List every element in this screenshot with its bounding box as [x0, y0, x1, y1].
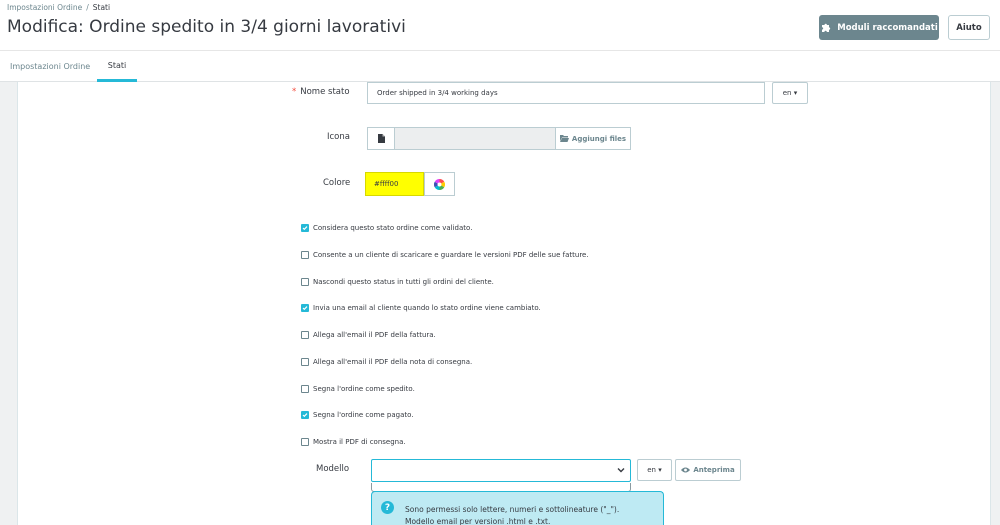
option-attach-invoice[interactable]: Allega all'email il PDF della fattura.: [301, 329, 436, 341]
file-icon-box: [368, 128, 395, 149]
status-name-language-button[interactable]: en ▾: [772, 82, 808, 104]
breadcrumb-parent[interactable]: Impostazioni Ordine: [7, 3, 82, 12]
template-label: Modello: [316, 464, 350, 474]
tab-bar: Impostazioni Ordine Stati: [0, 50, 1000, 82]
status-name-label: * Nome stato: [292, 87, 350, 97]
check-icon: [302, 306, 308, 311]
eye-icon: [681, 467, 691, 473]
required-mark: *: [292, 87, 297, 97]
invoice-access-label: Consente a un cliente di scaricare e gua…: [313, 251, 589, 259]
status-name-label-text: Nome stato: [300, 87, 350, 97]
send-email-checkbox[interactable]: [301, 304, 309, 312]
check-icon: [302, 226, 308, 231]
recommended-modules-button[interactable]: Moduli raccomandati: [819, 15, 939, 40]
hidden-checkbox[interactable]: [301, 278, 309, 286]
color-wheel-icon: [434, 178, 445, 190]
breadcrumb-current: Stati: [92, 3, 111, 12]
recommended-modules-label: Moduli raccomandati: [837, 22, 938, 33]
chevron-down-icon: [617, 468, 625, 473]
file-name-display: [395, 128, 555, 149]
template-help-text: Sono permessi solo lettere, numeri e sot…: [405, 504, 619, 525]
shipped-label: Segna l'ordine come spedito.: [313, 385, 415, 393]
attach-invoice-checkbox[interactable]: [301, 331, 309, 339]
color-label: Colore: [323, 178, 351, 188]
attach-invoice-label: Allega all'email il PDF della fattura.: [313, 331, 436, 339]
attach-delivery-checkbox[interactable]: [301, 358, 309, 366]
hidden-label: Nascondi questo status in tutti gli ordi…: [313, 278, 494, 286]
invoice-access-checkbox[interactable]: [301, 251, 309, 259]
preview-label: Anteprima: [693, 466, 735, 474]
option-delivery-pdf[interactable]: Mostra il PDF di consegna.: [301, 436, 406, 448]
preview-button[interactable]: Anteprima: [675, 459, 741, 481]
option-shipped[interactable]: Segna l'ordine come spedito.: [301, 383, 415, 395]
validated-checkbox[interactable]: [301, 224, 309, 232]
folder-open-icon: [559, 135, 569, 142]
template-help-alert: ? Sono permessi solo lettere, numeri e s…: [371, 491, 664, 525]
color-picker-button[interactable]: [424, 172, 455, 196]
tab-statuses[interactable]: Stati: [97, 51, 137, 82]
add-files-label: Aggiungi files: [571, 134, 627, 143]
tab-order-settings[interactable]: Impostazioni Ordine: [10, 51, 90, 82]
color-input[interactable]: #ffff00: [365, 172, 424, 196]
check-icon: [302, 413, 308, 418]
help-line-1: Sono permessi solo lettere, numeri e sot…: [405, 505, 620, 514]
template-select[interactable]: [371, 459, 631, 482]
page-title: Modifica: Ordine spedito in 3/4 giorni l…: [7, 17, 406, 37]
file-icon: [377, 134, 385, 143]
breadcrumb-separator: /: [86, 3, 89, 12]
option-hidden[interactable]: Nascondi questo status in tutti gli ordi…: [301, 276, 494, 288]
paid-label: Segna l'ordine come pagato.: [313, 411, 414, 419]
delivery-pdf-checkbox[interactable]: [301, 438, 309, 446]
delivery-pdf-label: Mostra il PDF di consegna.: [313, 438, 406, 446]
option-send-email[interactable]: Invia una email al cliente quando lo sta…: [301, 302, 541, 314]
icon-label: Icona: [327, 132, 350, 142]
page-header: Impostazioni Ordine / Stati Modifica: Ordi…: [0, 0, 1000, 50]
validated-label: Considera questo stato ordine come valid…: [313, 224, 473, 232]
add-files-button[interactable]: Aggiungi files: [555, 128, 630, 149]
status-name-input[interactable]: Order shipped in 3/4 working days: [367, 82, 765, 104]
help-button[interactable]: Aiuto: [948, 15, 990, 40]
paid-checkbox[interactable]: [301, 411, 309, 419]
help-line-2: Modello email per versioni .html e .txt.: [405, 517, 551, 525]
attach-delivery-label: Allega all'email il PDF della nota di co…: [313, 358, 473, 366]
icon-file-input[interactable]: Aggiungi files: [367, 127, 631, 150]
puzzle-icon: [822, 23, 831, 32]
send-email-label: Invia una email al cliente quando lo sta…: [313, 304, 541, 312]
option-validated[interactable]: Considera questo stato ordine come valid…: [301, 222, 472, 234]
option-paid[interactable]: Segna l'ordine come pagato.: [301, 409, 414, 421]
template-language-button[interactable]: en ▾: [637, 459, 672, 481]
option-invoice-access[interactable]: Consente a un cliente di scaricare e gua…: [301, 249, 589, 261]
question-icon: ?: [381, 501, 394, 514]
option-attach-delivery[interactable]: Allega all'email il PDF della nota di co…: [301, 356, 472, 368]
breadcrumb: Impostazioni Ordine / Stati: [7, 3, 110, 12]
shipped-checkbox[interactable]: [301, 385, 309, 393]
